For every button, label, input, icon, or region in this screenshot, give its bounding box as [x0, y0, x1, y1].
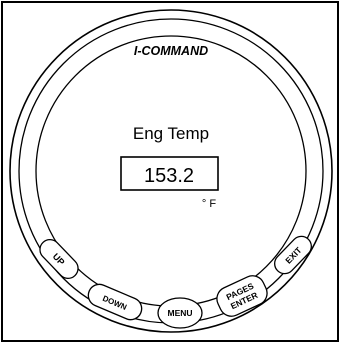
temperature-unit: ° F: [202, 198, 216, 210]
menu-button[interactable]: MENU: [157, 297, 203, 329]
gauge-title: Eng Temp: [133, 124, 209, 143]
temperature-value: 153.2: [144, 165, 194, 187]
menu-button-label: MENU: [167, 308, 192, 318]
gauge-diagram: I-COMMAND Eng Temp 153.2 ° F UP DOWN MEN…: [9, 9, 333, 333]
brand-logo: I-COMMAND: [134, 44, 208, 58]
